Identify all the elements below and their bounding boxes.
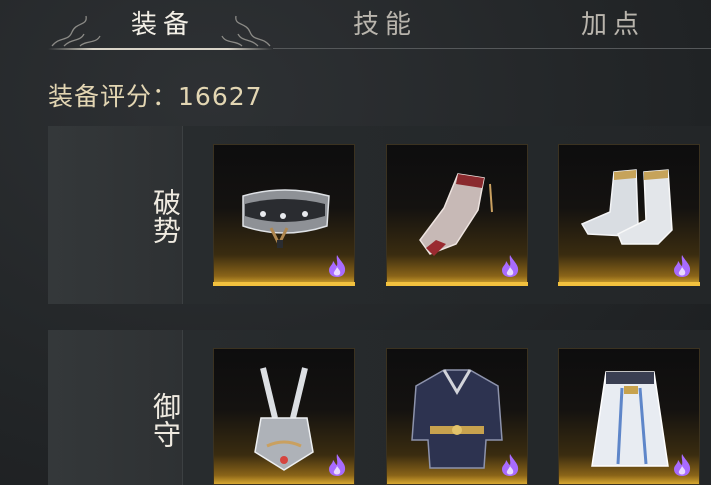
purple-flame-icon: [329, 454, 346, 476]
slot-gold-bar: [213, 282, 355, 286]
tab-attribute-points[interactable]: 加点: [568, 8, 658, 42]
slot-gold-bar: [558, 282, 700, 286]
row-label-panel: 破势: [48, 126, 183, 304]
purple-flame-icon: [502, 255, 519, 277]
slot-gold-bar: [386, 282, 528, 286]
row-label-guard: 御守: [149, 392, 182, 448]
equipment-slot-bracer[interactable]: [386, 144, 528, 286]
equipment-slot-pendant[interactable]: [213, 348, 355, 485]
equipment-slot-skirt[interactable]: [558, 348, 700, 485]
equipment-score: 装备评分：16627: [48, 80, 263, 114]
cloud-ornament-icon: [51, 15, 101, 47]
row-label-panel: 御守: [48, 330, 183, 485]
equipment-row-breakforce: 破势: [48, 126, 711, 304]
equipment-score-label: 装备评分：: [48, 82, 179, 111]
equipment-score-value: 16627: [178, 82, 263, 111]
tab-skills[interactable]: 技能: [340, 8, 430, 42]
purple-flame-icon: [674, 454, 691, 476]
equipment-slot-belt[interactable]: [213, 144, 355, 286]
equipment-slot-armor[interactable]: [386, 348, 528, 485]
tab-equipment[interactable]: 装备: [118, 8, 208, 42]
cloud-ornament-icon: [221, 15, 271, 47]
active-tab-underline: [48, 48, 273, 50]
row-label-breakforce: 破势: [149, 188, 182, 244]
equipment-slot-boots[interactable]: [558, 144, 700, 286]
purple-flame-icon: [674, 255, 691, 277]
tab-bar: 装备 技能 加点: [0, 0, 711, 52]
purple-flame-icon: [502, 454, 519, 476]
equipment-row-guard: 御守: [48, 330, 711, 485]
purple-flame-icon: [329, 255, 346, 277]
header-divider: [273, 48, 711, 49]
